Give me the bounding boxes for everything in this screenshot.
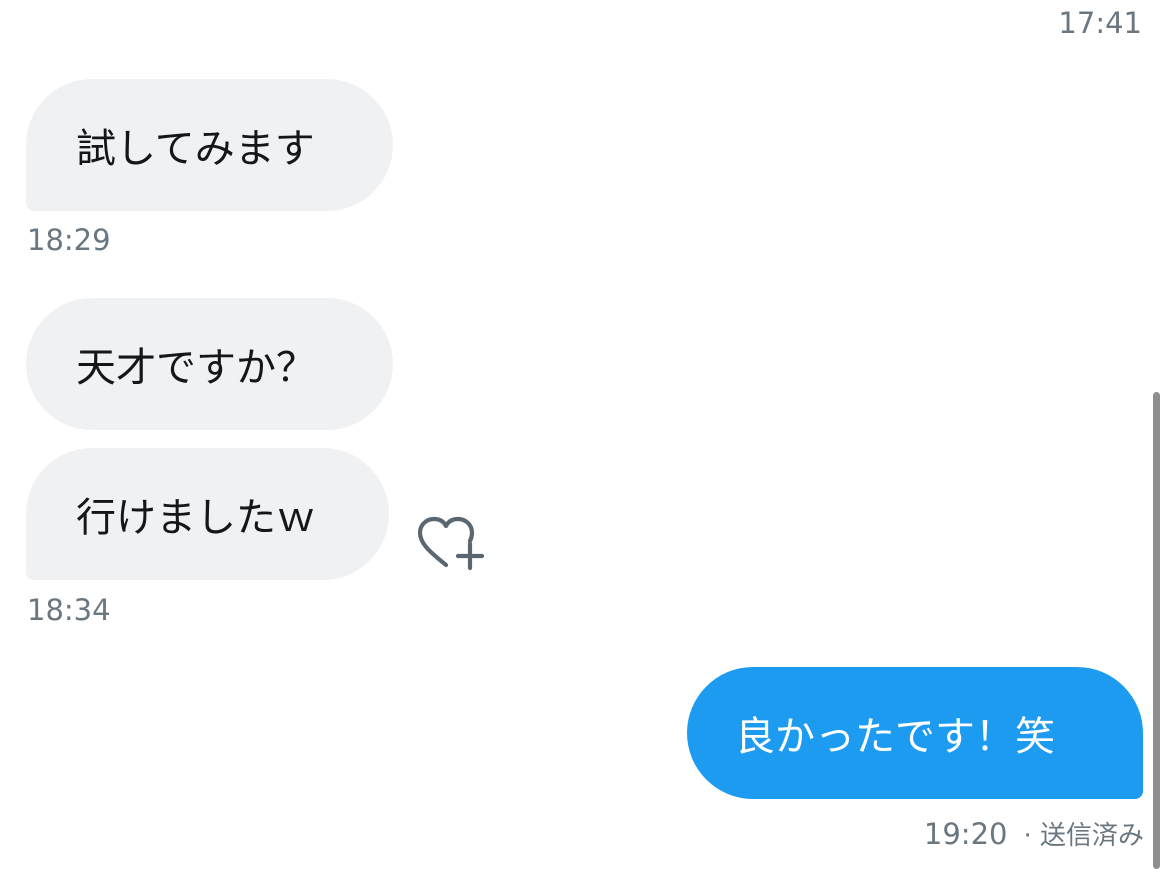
sent-message-bubble[interactable]: 良かったです！笑 <box>687 667 1143 799</box>
scrollbar[interactable] <box>1153 392 1160 869</box>
message-timestamp: 19:20 <box>923 817 1008 851</box>
sent-status: 19:20 · 送信済み <box>924 815 1144 852</box>
message-timestamp: 18:34 <box>27 593 111 627</box>
message-timestamp: 17:41 <box>1058 6 1142 40</box>
message-timestamp: 18:29 <box>27 223 111 257</box>
message-text: 良かったです！笑 <box>735 714 1055 760</box>
message-text: 試してみます <box>76 126 315 172</box>
delivery-status: · 送信済み <box>1023 821 1144 851</box>
message-text: 天才ですか？ <box>76 345 316 391</box>
received-message-bubble[interactable]: 行けましたｗ <box>26 448 389 580</box>
received-message-bubble[interactable]: 試してみます <box>26 79 393 211</box>
received-message-bubble[interactable]: 天才ですか？ <box>26 298 393 430</box>
heart-plus-icon[interactable] <box>414 512 486 576</box>
message-text: 行けましたｗ <box>76 495 316 541</box>
